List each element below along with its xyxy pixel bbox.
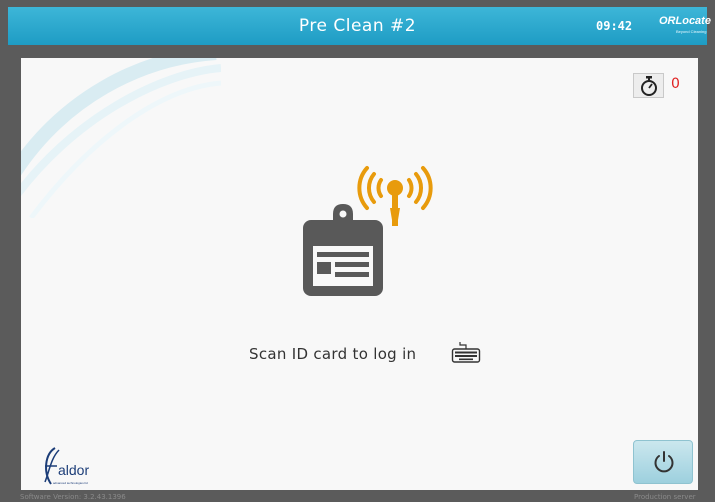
software-version: Software Version: 3.2.43.1396 bbox=[20, 493, 126, 501]
id-card-icon bbox=[303, 204, 383, 296]
keyboard-icon[interactable] bbox=[451, 341, 481, 363]
timer-count: 0 bbox=[671, 76, 680, 92]
timer-icon bbox=[641, 76, 657, 96]
power-button[interactable] bbox=[633, 440, 693, 484]
logo-name: aldor bbox=[58, 462, 90, 478]
background-swoosh bbox=[21, 58, 221, 218]
login-prompt: Scan ID card to log in bbox=[249, 345, 417, 363]
brand-logo: ORLocate bbox=[659, 15, 711, 27]
title-bar: Pre Clean #2 09:42 ORLocate Beyond Clean… bbox=[8, 7, 711, 45]
brand-tagline: Beyond Cleaning bbox=[676, 29, 707, 34]
rfid-signal-icon bbox=[357, 166, 433, 226]
timer-button[interactable] bbox=[633, 73, 664, 98]
server-mode: Production server bbox=[634, 493, 696, 501]
id-card-graphic bbox=[303, 166, 433, 296]
power-icon bbox=[654, 451, 674, 473]
main-panel: 0 Scan ID card to log in aldor advanced … bbox=[21, 58, 698, 490]
clock: 09:42 bbox=[596, 19, 633, 33]
logo-tagline: advanced technologies ltd bbox=[53, 481, 88, 485]
